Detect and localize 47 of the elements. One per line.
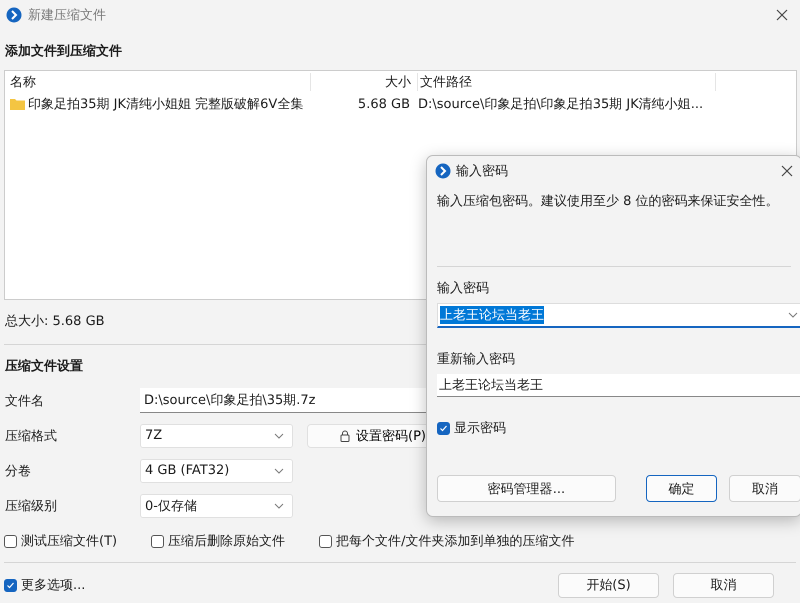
section-heading: 添加文件到压缩文件 [4, 42, 123, 60]
lock-icon [340, 430, 350, 442]
checkbox[interactable] [4, 534, 17, 548]
chevron-down-icon [788, 312, 798, 318]
checkbox[interactable] [437, 422, 450, 434]
password-field[interactable]: 上老王论坛当老王 [437, 303, 800, 328]
field-label: 重新输入密码 [436, 351, 516, 369]
confirm-password-field[interactable]: 上老王论坛当老王 [437, 374, 800, 397]
checkbox[interactable] [319, 534, 332, 548]
folder-icon [10, 98, 25, 110]
field-label: 压缩格式 [5, 428, 58, 444]
table-cell: 印象足拍35期 JK清纯小姐姐 完整版破解6V全集 [5, 95, 310, 113]
level-dropdown[interactable]: 0-仅存储 [140, 494, 293, 518]
cancel-button[interactable]: 取消 [729, 475, 800, 502]
checkbox-label: 压缩后删除原始文件 [168, 533, 286, 550]
close-icon[interactable] [776, 9, 788, 21]
password-manager-button[interactable]: 密码管理器... [437, 475, 616, 502]
table-cell-text: D:\source\印象足拍\印象足拍35期 JK清纯小姐... [417, 96, 704, 113]
dialog-title: 输入密码 [456, 163, 508, 180]
window-title: 新建压缩文件 [28, 7, 106, 24]
checkbox-label: 测试压缩文件(T) [21, 533, 118, 550]
total-size: 总大小: 5.68 GB [4, 313, 106, 331]
dialog-description: 输入压缩包密码。建议使用至少 8 位的密码来保证安全性。 [436, 193, 780, 211]
section-heading: 压缩文件设置 [4, 358, 84, 375]
format-dropdown[interactable]: 7Z [140, 424, 293, 448]
column-header[interactable]: 名称 [5, 73, 311, 91]
checkbox-label: 把每个文件/文件夹添加到单独的压缩文件 [336, 533, 574, 550]
column-header[interactable]: 大小 [311, 73, 418, 91]
chevron-down-icon [274, 468, 284, 474]
field-label: 文件名 [5, 392, 45, 410]
field-label: 分卷 [5, 462, 32, 480]
ok-button[interactable]: 确定 [646, 475, 718, 502]
checkbox[interactable] [4, 578, 17, 592]
checkbox-label: 更多选项... [21, 577, 86, 594]
column-header[interactable]: 文件路径 [418, 73, 716, 91]
app-icon [435, 163, 451, 179]
table-cell-text: 5.68 GB [356, 96, 411, 112]
close-icon[interactable] [781, 165, 793, 177]
cancel-button[interactable]: 取消 [673, 572, 774, 598]
field-label: 压缩级别 [5, 498, 58, 514]
field-label: 输入密码 [436, 280, 490, 298]
volume-dropdown[interactable]: 4 GB (FAT32) [140, 458, 293, 482]
checkbox[interactable] [151, 534, 164, 548]
start-button[interactable]: 开始(S) [558, 572, 659, 598]
chevron-down-icon [274, 502, 284, 508]
chevron-down-icon [274, 432, 284, 438]
app-icon [6, 7, 22, 23]
